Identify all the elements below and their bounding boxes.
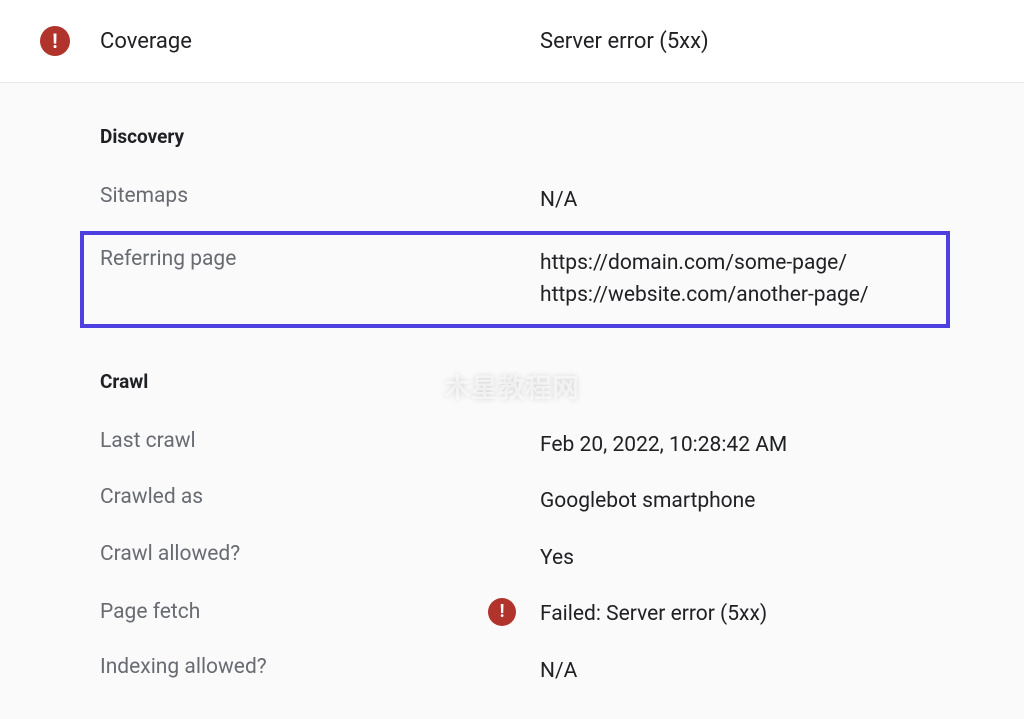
- page-fetch-label: Page fetch !: [100, 598, 540, 626]
- referring-page-highlight: Referring page https://domain.com/some-p…: [80, 231, 950, 328]
- last-crawl-row: Last crawl Feb 20, 2022, 10:28:42 AM: [100, 417, 1024, 474]
- crawl-allowed-value: Yes: [540, 542, 574, 575]
- crawl-title: Crawl: [100, 370, 1024, 393]
- indexing-allowed-value: N/A: [540, 655, 577, 688]
- crawl-allowed-row: Crawl allowed? Yes: [100, 530, 1024, 587]
- sitemaps-value: N/A: [540, 184, 577, 217]
- error-icon: !: [488, 598, 516, 626]
- crawled-as-label: Crawled as: [100, 485, 540, 509]
- referring-page-row: Referring page https://domain.com/some-p…: [100, 243, 934, 316]
- referring-page-label: Referring page: [100, 247, 540, 271]
- sitemaps-label: Sitemaps: [100, 184, 540, 208]
- referring-page-value: https://domain.com/some-page/ https://we…: [540, 247, 869, 312]
- coverage-value: Server error (5xx): [540, 29, 709, 54]
- crawled-as-value: Googlebot smartphone: [540, 485, 755, 518]
- referring-url-1: https://domain.com/some-page/: [540, 247, 869, 280]
- crawl-allowed-label: Crawl allowed?: [100, 542, 540, 566]
- last-crawl-label: Last crawl: [100, 429, 540, 453]
- error-icon: !: [40, 26, 70, 56]
- discovery-title: Discovery: [100, 125, 1024, 148]
- discovery-section: Discovery Sitemaps N/A Referring page ht…: [0, 125, 1024, 328]
- indexing-allowed-label: Indexing allowed?: [100, 655, 540, 679]
- indexing-allowed-row: Indexing allowed? N/A: [100, 643, 1024, 700]
- last-crawl-value: Feb 20, 2022, 10:28:42 AM: [540, 429, 787, 462]
- sitemaps-row: Sitemaps N/A: [100, 172, 1024, 229]
- coverage-header: ! Coverage Server error (5xx): [0, 0, 1024, 83]
- page-fetch-row: Page fetch ! Failed: Server error (5xx): [100, 586, 1024, 643]
- crawled-as-row: Crawled as Googlebot smartphone: [100, 473, 1024, 530]
- coverage-header-left: ! Coverage: [40, 26, 540, 56]
- page-fetch-value: Failed: Server error (5xx): [540, 598, 767, 631]
- crawl-section: Crawl Last crawl Feb 20, 2022, 10:28:42 …: [0, 370, 1024, 700]
- referring-url-2: https://website.com/another-page/: [540, 279, 869, 312]
- page-fetch-label-text: Page fetch: [100, 600, 200, 624]
- coverage-label: Coverage: [100, 29, 192, 54]
